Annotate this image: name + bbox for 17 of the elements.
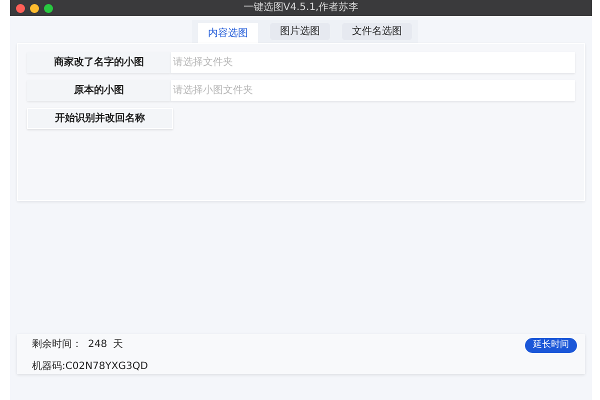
minimize-button[interactable] <box>30 4 39 12</box>
folder-field[interactable]: 请选择文件夹 <box>171 52 575 73</box>
tab[interactable]: 文件名选图 <box>342 23 412 40</box>
start-button[interactable]: 开始识别并改回名称 <box>27 108 173 129</box>
machine-code: 机器码:C02N78YXG3QD <box>32 360 149 374</box>
tab[interactable]: 图片选图 <box>270 23 330 40</box>
tab[interactable]: 内容选图 <box>198 23 258 43</box>
window-title: 一键选图V4.5.1,作者苏李 <box>242 0 360 15</box>
close-button[interactable] <box>16 4 25 12</box>
zoom-button[interactable] <box>44 4 53 12</box>
choose-folder-button[interactable]: 原本的小图 <box>27 80 171 101</box>
choose-folder-button[interactable]: 商家改了名字的小图 <box>27 52 171 73</box>
remaining-time-value: 248 <box>88 338 108 352</box>
remaining-time-label: 剩余时间： <box>32 338 82 352</box>
folder-field[interactable]: 请选择小图文件夹 <box>171 80 575 101</box>
extend-time-button[interactable]: 延长时间 <box>525 338 577 353</box>
remaining-time-unit: 天 <box>113 338 124 352</box>
